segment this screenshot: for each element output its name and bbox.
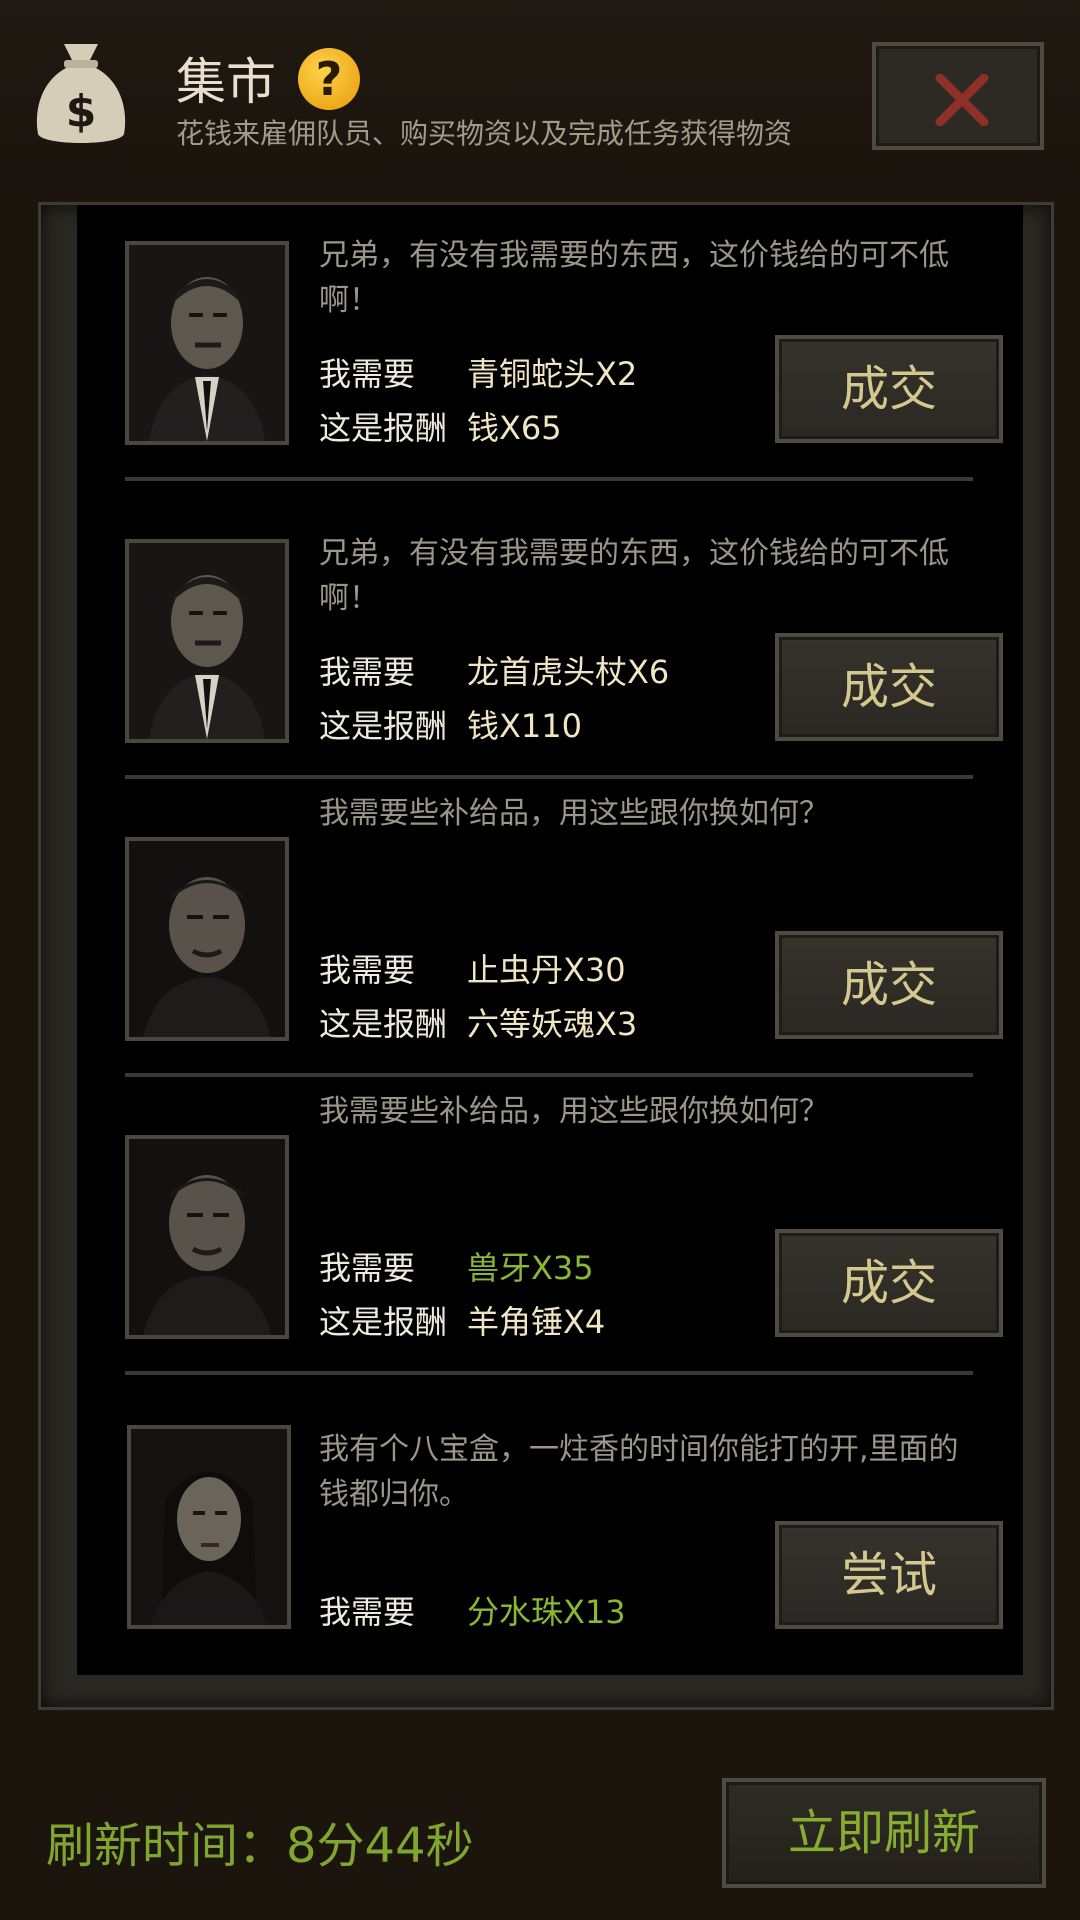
reward-label: 这是报酬: [319, 409, 448, 447]
refresh-timer: 刷新时间：8分44秒: [46, 1818, 474, 1874]
deal-button[interactable]: 成交: [775, 335, 1003, 443]
trade-card: 我需要些补给品，用这些跟你换如何？ 我需要 兽牙X35 这是报酬 羊角锤X4 成…: [77, 1094, 1023, 1399]
svg-text:$: $: [66, 86, 97, 137]
deal-button[interactable]: 成交: [775, 633, 1003, 741]
trade-card: 我需要些补给品，用这些跟你换如何？ 我需要 止虫丹X30 这是报酬 六等妖魂X3…: [77, 796, 1023, 1101]
need-value: 龙首虎头杖X6: [467, 653, 670, 691]
need-value: 分水珠X13: [467, 1593, 626, 1631]
deal-button[interactable]: 成交: [775, 931, 1003, 1039]
trade-quote: 兄弟，有没有我需要的东西，这价钱给的可不低啊！: [319, 536, 949, 616]
reward-value: 钱X110: [467, 707, 583, 745]
need-value: 兽牙X35: [467, 1249, 594, 1287]
reward-value: 羊角锤X4: [467, 1303, 606, 1341]
trade-quote: 兄弟，有没有我需要的东西，这价钱给的可不低啊！: [319, 238, 949, 318]
need-value: 止虫丹X30: [467, 951, 626, 989]
header: $ 集市 ? 花钱来雇佣队员、购买物资以及完成任务获得物资: [0, 0, 1080, 200]
need-label: 我需要: [319, 951, 416, 989]
reward-label: 这是报酬: [319, 707, 448, 745]
need-value: 青铜蛇头X2: [467, 355, 638, 393]
reward-label: 这是报酬: [319, 1005, 448, 1043]
deal-button[interactable]: 成交: [775, 1229, 1003, 1337]
reward-value: 六等妖魂X3: [467, 1005, 638, 1043]
divider: [125, 1371, 973, 1375]
trade-card: 兄弟，有没有我需要的东西，这价钱给的可不低啊！ 我需要 青铜蛇头X2 这是报酬 …: [77, 205, 1023, 505]
try-button[interactable]: 尝试: [775, 1521, 1003, 1629]
divider: [125, 775, 973, 779]
help-icon[interactable]: ?: [298, 48, 360, 110]
divider: [125, 477, 973, 481]
trade-card: 我有个八宝盒，一炷香的时间你能打的开,里面的钱都归你。 我需要 分水珠X13 尝…: [77, 1397, 1023, 1675]
trade-quote: 我需要些补给品，用这些跟你换如何？: [319, 1094, 829, 1129]
npc-portrait: [125, 539, 289, 743]
need-label: 我需要: [319, 355, 416, 393]
money-bag-icon: $: [34, 38, 128, 150]
need-label: 我需要: [319, 1593, 416, 1631]
trade-quote: 我有个八宝盒，一炷香的时间你能打的开,里面的钱都归你。: [319, 1432, 959, 1512]
close-icon: [935, 74, 989, 126]
reward-label: 这是报酬: [319, 1303, 448, 1341]
npc-portrait: [125, 837, 289, 1041]
npc-portrait: [125, 1135, 289, 1339]
npc-portrait: [125, 241, 289, 445]
refresh-now-button[interactable]: 立即刷新: [722, 1778, 1046, 1888]
reward-value: 钱X65: [467, 409, 562, 447]
trade-quote: 我需要些补给品，用这些跟你换如何？: [319, 796, 829, 831]
trade-card: 兄弟，有没有我需要的东西，这价钱给的可不低啊！ 我需要 龙首虎头杖X6 这是报酬…: [77, 503, 1023, 803]
divider: [125, 1073, 973, 1077]
page-title: 集市: [176, 53, 276, 111]
trade-panel-frame: 兄弟，有没有我需要的东西，这价钱给的可不低啊！ 我需要 青铜蛇头X2 这是报酬 …: [38, 202, 1054, 1710]
npc-portrait: [127, 1425, 291, 1629]
page-subtitle: 花钱来雇佣队员、购买物资以及完成任务获得物资: [176, 117, 793, 150]
trade-list[interactable]: 兄弟，有没有我需要的东西，这价钱给的可不低啊！ 我需要 青铜蛇头X2 这是报酬 …: [77, 205, 1023, 1675]
need-label: 我需要: [319, 1249, 416, 1287]
close-button[interactable]: [872, 42, 1044, 150]
need-label: 我需要: [319, 653, 416, 691]
